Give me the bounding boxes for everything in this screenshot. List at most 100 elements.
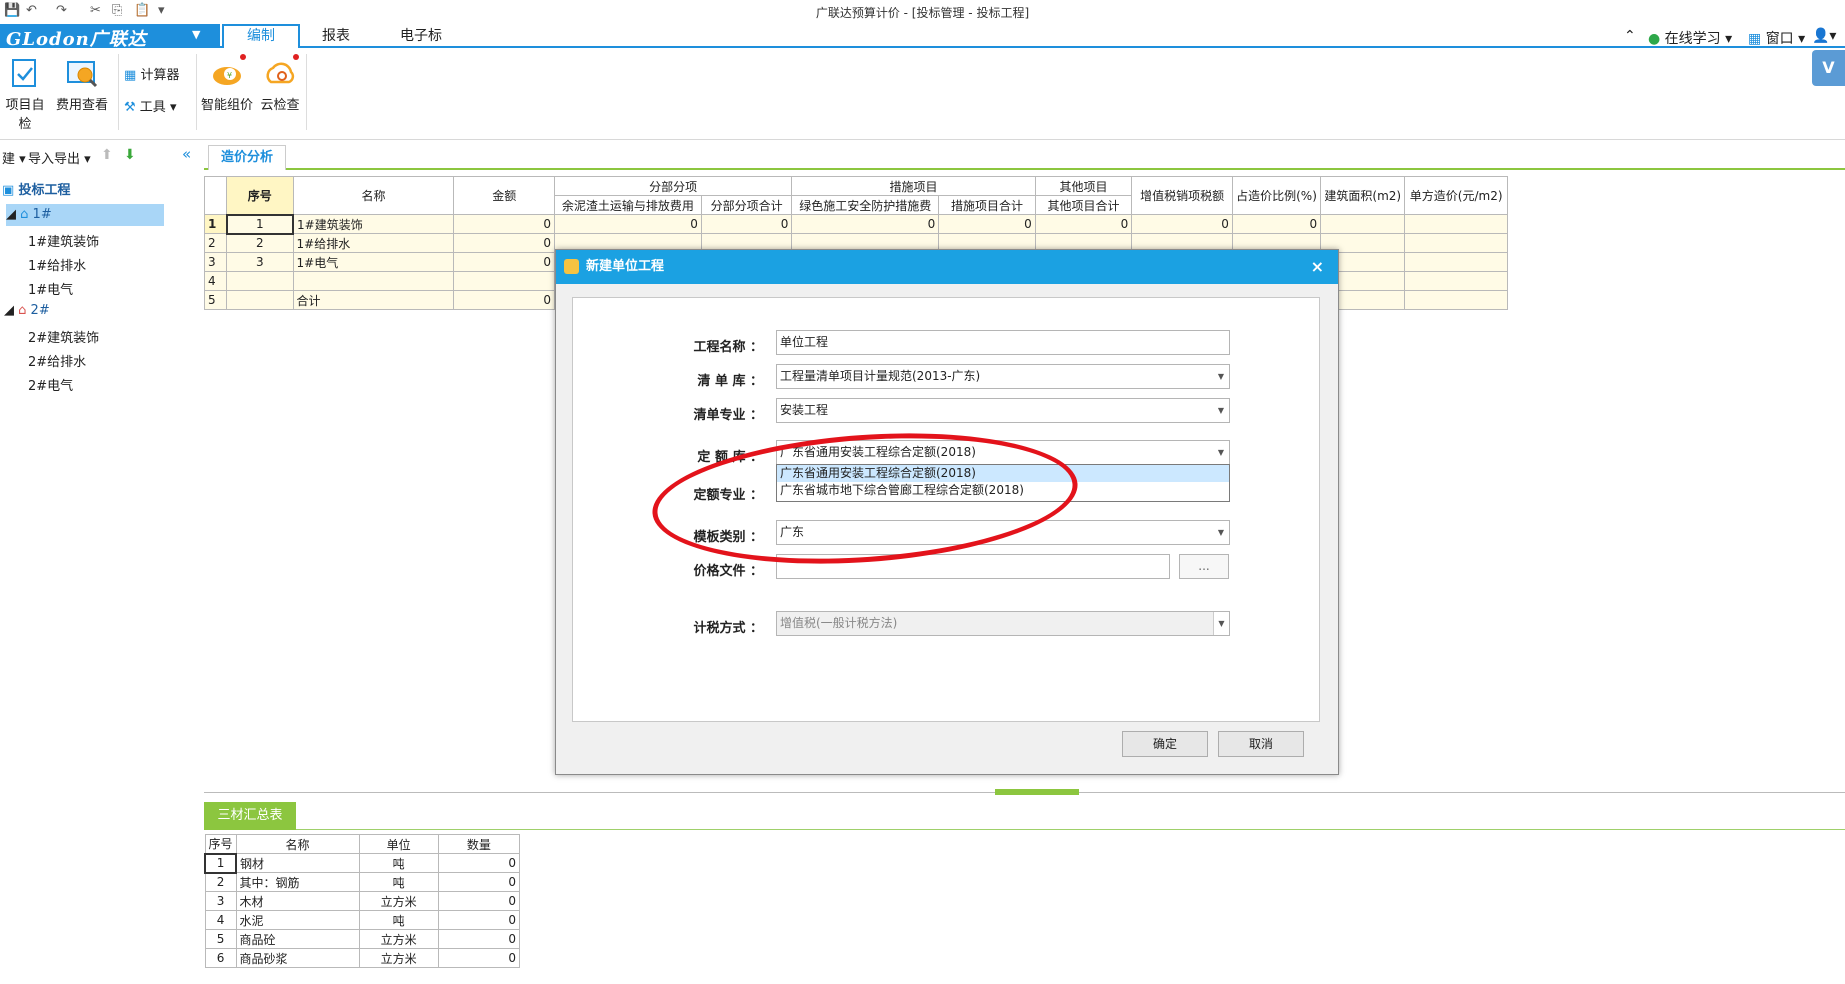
quota-lib-select[interactable]: 广东省通用安装工程综合定额(2018) ▼ (776, 440, 1230, 465)
column-header-vat[interactable]: 增值税销项税额 (1131, 176, 1233, 215)
column-header-other-a[interactable]: 其他项目合计 (1034, 195, 1133, 215)
cell-amount[interactable]: 0 (453, 233, 555, 253)
table-row[interactable]: 5 商品砼 立方米 0 (204, 929, 521, 949)
import-export-button[interactable]: 导入导出 ▾ (28, 148, 91, 167)
cell-name[interactable]: 钢材 (235, 853, 360, 873)
cell-seq[interactable]: 2 (226, 233, 294, 253)
cell-unit[interactable]: 立方米 (358, 891, 439, 911)
self-check-button[interactable]: 项目自检 (0, 56, 50, 132)
app-menu-button[interactable]: GLodon广联达 ▼ (0, 24, 220, 50)
tree-item-2-building[interactable]: 2#建筑装饰 (28, 327, 99, 346)
cancel-button[interactable]: 取消 (1218, 731, 1304, 757)
browse-button[interactable]: ... (1179, 554, 1229, 579)
splitter-handle[interactable] (995, 789, 1079, 795)
tree-item-1-building[interactable]: 1#建筑装饰 (28, 231, 99, 250)
column-header-name[interactable]: 名称 (235, 834, 360, 854)
cell-amount[interactable]: 0 (453, 214, 555, 234)
cell-name[interactable]: 1#给排水 (292, 233, 455, 253)
tools-button[interactable]: ⚒ 工具 ▾ (124, 96, 194, 115)
column-header-unit-cost[interactable]: 单方造价(元/m2) (1404, 176, 1508, 215)
new-button[interactable]: 建 ▾ (2, 148, 26, 167)
tree-item-2-electrical[interactable]: 2#电气 (28, 375, 73, 394)
fee-view-button[interactable]: 费用查看 (56, 56, 108, 113)
cell-value[interactable] (1320, 214, 1406, 234)
cell-value[interactable]: 0 (791, 214, 940, 234)
cell-qty[interactable]: 0 (437, 891, 521, 911)
move-down-icon[interactable]: ⬇ (124, 147, 136, 163)
cell-name[interactable]: 木材 (235, 891, 360, 911)
column-header-measure-b[interactable]: 措施项目合计 (938, 195, 1036, 215)
side-panel-icon[interactable]: V (1812, 50, 1845, 86)
table-row[interactable]: 1 钢材 吨 0 (203, 852, 521, 874)
column-header-unit[interactable]: 单位 (358, 834, 439, 854)
cell-qty[interactable]: 0 (437, 929, 521, 949)
column-header-measure-a[interactable]: 绿色施工安全防护措施费 (791, 195, 940, 215)
cell-name[interactable]: 商品砂浆 (235, 948, 360, 968)
tab-e-bid[interactable]: 电子标 (388, 24, 454, 48)
tree-item-1-drainage[interactable]: 1#给排水 (28, 255, 86, 274)
cell-value[interactable]: 0 (938, 214, 1036, 234)
cell-value[interactable]: 0 (1034, 214, 1133, 234)
cell-seq[interactable] (226, 271, 294, 291)
price-file-input[interactable] (776, 554, 1170, 579)
tab-reports[interactable]: 报表 (306, 24, 366, 48)
cell-unit[interactable]: 吨 (358, 853, 439, 873)
column-header-name[interactable]: 名称 (292, 176, 455, 215)
cell-unit[interactable]: 立方米 (358, 948, 439, 968)
collapse-ribbon-icon[interactable]: ⌃ (1624, 28, 1636, 44)
cell-value[interactable]: 0 (1131, 214, 1233, 234)
column-header-sub-b[interactable]: 分部分项合计 (700, 195, 793, 215)
cell-seq[interactable] (226, 290, 294, 310)
online-learning-button[interactable]: ● 在线学习 ▾ (1648, 28, 1732, 48)
tab-cost-analysis[interactable]: 造价分析 (208, 145, 287, 170)
dialog-title-bar[interactable]: 新建单位工程 × (556, 250, 1338, 284)
close-icon[interactable]: × (1311, 250, 1324, 284)
cell-seq[interactable]: 3 (226, 252, 294, 272)
cell-amount[interactable] (453, 271, 555, 291)
cell-name[interactable]: 其中：钢筋 (235, 872, 360, 892)
cell-qty[interactable]: 0 (437, 872, 521, 892)
cell-name[interactable]: 商品砼 (235, 929, 360, 949)
cell-name[interactable]: 合计 (292, 290, 455, 310)
bill-major-select[interactable]: 安装工程 ▼ (776, 398, 1230, 423)
cell-qty[interactable]: 0 (437, 853, 521, 873)
cell-name[interactable]: 1#建筑装饰 (292, 214, 455, 234)
template-select[interactable]: 广东 ▼ (776, 520, 1230, 545)
tree-node-1[interactable]: ◢ ⌂ 1# (6, 204, 164, 226)
window-menu-button[interactable]: ▦ 窗口 ▾ (1748, 28, 1805, 48)
cell-qty[interactable]: 0 (437, 948, 521, 968)
ok-button[interactable]: 确定 (1122, 731, 1208, 757)
cell-value[interactable]: 0 (1231, 214, 1322, 234)
column-header-amount[interactable]: 金额 (453, 176, 555, 215)
table-row[interactable]: 3 木材 立方米 0 (204, 891, 521, 911)
cell-qty[interactable]: 0 (437, 910, 521, 930)
dropdown-option[interactable]: 广东省城市地下综合管廊工程综合定额(2018) (777, 482, 1229, 499)
user-icon[interactable]: 👤▾ (1812, 28, 1836, 44)
cell-amount[interactable]: 0 (453, 252, 555, 272)
table-row[interactable]: 1 1 1#建筑装饰 0 0 0 0 0 0 0 0 (203, 213, 1508, 235)
cell-name[interactable]: 1#电气 (292, 252, 455, 272)
tree-node-2[interactable]: ◢ ⌂ 2# (4, 303, 50, 318)
tree-item-1-electrical[interactable]: 1#电气 (28, 279, 73, 298)
cell-unit[interactable]: 吨 (358, 872, 439, 892)
dropdown-option[interactable]: 广东省通用安装工程综合定额(2018) (777, 465, 1229, 482)
column-header-qty[interactable]: 数量 (437, 834, 521, 854)
smart-pricing-button[interactable]: ¥ 智能组价 (200, 54, 254, 113)
collapse-panel-icon[interactable]: « (182, 145, 191, 163)
cell-name[interactable] (292, 271, 455, 291)
tree-root[interactable]: ▣ 投标工程 (2, 179, 70, 198)
cell-amount[interactable]: 0 (453, 290, 555, 310)
cell-value[interactable]: 0 (700, 214, 793, 234)
tree-item-2-drainage[interactable]: 2#给排水 (28, 351, 86, 370)
cell-unit[interactable]: 吨 (358, 910, 439, 930)
tax-method-select[interactable]: 增值税(一般计税方法) ▼ (776, 611, 1230, 636)
column-header-sub-a[interactable]: 余泥渣土运输与排放费用 (554, 195, 702, 215)
table-row[interactable]: 2 其中：钢筋 吨 0 (204, 872, 521, 892)
column-header-seq[interactable]: 序号 (204, 834, 237, 854)
column-header-area[interactable]: 建筑面积(m2) (1320, 176, 1406, 215)
cell-unit[interactable]: 立方米 (358, 929, 439, 949)
project-name-input[interactable]: 单位工程 (776, 330, 1230, 355)
move-up-icon[interactable]: ⬆ (101, 147, 113, 163)
calculator-button[interactable]: ▦ 计算器 (124, 64, 194, 83)
column-header-seq[interactable]: 序号 (226, 176, 294, 215)
